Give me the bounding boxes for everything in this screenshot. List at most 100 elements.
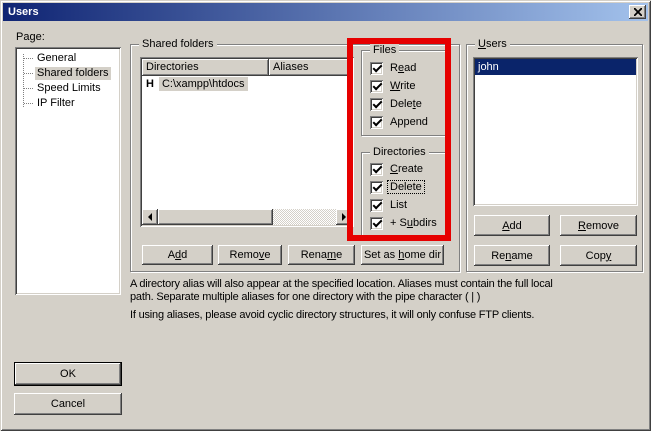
button-label: Copy — [586, 250, 612, 262]
horizontal-scrollbar[interactable] — [142, 209, 352, 225]
label-part: m — [327, 249, 336, 261]
remove-directory-button[interactable]: Remove — [218, 245, 282, 265]
checkbox-label: Delete — [388, 181, 424, 193]
scrollbar-track[interactable] — [273, 209, 336, 225]
page-list[interactable]: General Shared folders Speed Limits IP F… — [15, 47, 121, 295]
label-part: ome dir — [404, 249, 441, 261]
shared-folders-list[interactable]: Directories Aliases H C:\xampp\htdocs — [140, 57, 354, 227]
label-part: Cop — [586, 250, 606, 262]
files-permissions-group: Files Read Write Delete Append — [361, 50, 446, 136]
checkbox-checked-icon[interactable] — [370, 181, 383, 194]
checkbox-read[interactable]: Read — [370, 61, 418, 75]
checkbox-label: Create — [388, 163, 425, 175]
ok-button[interactable]: OK — [14, 362, 122, 386]
checkbox-label: Delete — [388, 98, 424, 110]
label-part: y — [606, 250, 612, 262]
checkbox-checked-icon[interactable] — [370, 80, 383, 93]
label-part: e — [336, 249, 342, 261]
set-as-home-dir-button[interactable]: Set as home dir — [361, 245, 444, 265]
cancel-button[interactable]: Cancel — [14, 393, 122, 415]
column-header-aliases[interactable]: Aliases — [269, 59, 352, 76]
label-part: A — [502, 220, 509, 232]
column-label: Aliases — [273, 61, 308, 73]
label-part: Remo — [230, 249, 259, 261]
scroll-right-button[interactable] — [336, 209, 352, 225]
page-item-label: Speed Limits — [35, 82, 103, 95]
checkbox-checked-icon[interactable] — [370, 62, 383, 75]
checkbox-checked-icon[interactable] — [370, 98, 383, 111]
checkbox-subdirs[interactable]: + Subdirs — [370, 216, 439, 230]
tree-branch-icon — [24, 58, 33, 59]
label-part: ad — [404, 62, 416, 74]
button-label: Cancel — [51, 398, 85, 410]
checkbox-delete-dir[interactable]: Delete — [370, 180, 424, 194]
list-header: Directories Aliases — [142, 59, 352, 76]
add-directory-button[interactable]: Add — [142, 245, 213, 265]
label-part: U — [478, 38, 486, 50]
column-header-directories[interactable]: Directories — [142, 59, 269, 76]
page-item-label: IP Filter — [35, 97, 77, 110]
table-row[interactable]: H C:\xampp\htdocs — [142, 76, 352, 92]
button-label: Remove — [578, 220, 619, 232]
label-part: ame — [511, 250, 532, 262]
page-item-speed-limits[interactable]: Speed Limits — [15, 81, 121, 96]
label-part: Delete — [390, 181, 422, 193]
add-user-button[interactable]: Add — [474, 215, 550, 236]
label-part: Set as — [364, 249, 398, 261]
checkbox-checked-icon[interactable] — [370, 217, 383, 230]
checkbox-checked-icon[interactable] — [370, 163, 383, 176]
home-flag: H — [146, 78, 154, 90]
label-part: List — [390, 199, 407, 211]
scrollbar-thumb[interactable] — [158, 209, 273, 225]
titlebar[interactable]: Users — [3, 3, 648, 21]
rename-directory-button[interactable]: Rename — [288, 245, 355, 265]
page-item-general[interactable]: General — [15, 51, 121, 66]
alias-note: A directory alias will also appear at th… — [130, 278, 568, 304]
directory-cell: C:\xampp\htdocs — [159, 77, 248, 91]
page-item-ip-filter[interactable]: IP Filter — [15, 96, 121, 111]
button-label: Add — [502, 220, 522, 232]
arrow-left-icon — [148, 213, 152, 221]
page-item-label: General — [35, 52, 78, 65]
page-item-label: Shared folders — [35, 67, 111, 80]
window-title: Users — [8, 6, 39, 18]
rename-user-button[interactable]: Rename — [474, 245, 550, 266]
close-button[interactable] — [629, 5, 646, 19]
page-item-shared-folders[interactable]: Shared folders — [15, 66, 121, 81]
directories-group-label: Directories — [370, 146, 429, 158]
checkbox-delete-file[interactable]: Delete — [370, 97, 424, 111]
list-item-user-john[interactable]: john — [475, 59, 636, 75]
label-part: W — [390, 80, 400, 92]
checkbox-write[interactable]: Write — [370, 79, 417, 93]
scroll-left-button[interactable] — [142, 209, 158, 225]
shared-folders-group-label: Shared folders — [139, 38, 217, 50]
checkbox-checked-icon[interactable] — [370, 116, 383, 129]
label-part: e — [264, 249, 270, 261]
checkbox-append[interactable]: Append — [370, 115, 430, 129]
button-label: Remove — [230, 249, 271, 261]
shared-folders-list-client: Directories Aliases H C:\xampp\htdocs — [142, 59, 352, 225]
checkbox-label: Read — [388, 62, 418, 74]
checkbox-checked-icon[interactable] — [370, 199, 383, 212]
users-dialog: Users Page: General Shared folders Speed… — [0, 0, 651, 431]
files-group-label: Files — [370, 44, 399, 56]
button-label: Add — [168, 249, 188, 261]
label-part: R — [578, 220, 586, 232]
tree-branch-icon — [24, 73, 33, 74]
users-list[interactable]: john — [473, 57, 638, 206]
label-part: C — [390, 163, 398, 175]
tree-branch-icon — [24, 103, 33, 104]
label-part: rite — [400, 80, 415, 92]
directories-permissions-group: Directories Create Delete List + Subdirs — [361, 152, 446, 238]
users-group-label: Users — [475, 38, 510, 50]
label-part: Dele — [390, 98, 413, 110]
remove-user-button[interactable]: Remove — [560, 215, 637, 236]
checkbox-create[interactable]: Create — [370, 162, 425, 176]
label-part: Append — [390, 116, 428, 128]
copy-user-button[interactable]: Copy — [560, 245, 637, 266]
checkbox-list[interactable]: List — [370, 198, 409, 212]
button-label: Rename — [301, 249, 343, 261]
label-part: R — [390, 62, 398, 74]
label-part: e — [416, 98, 422, 110]
label-part: sers — [486, 38, 507, 50]
